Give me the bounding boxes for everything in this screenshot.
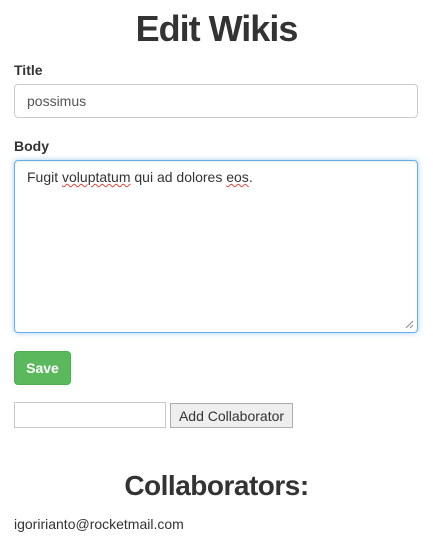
collaborator-item: igoririanto@rocketmail.com — [14, 516, 184, 532]
collaborators-heading: Collaborators: — [124, 470, 309, 501]
collaborator-input[interactable] — [14, 402, 166, 428]
body-label: Body — [14, 138, 49, 154]
page-title: Edit Wikis — [135, 8, 299, 49]
body-textarea[interactable]: Fugit voluptatum qui ad dolores eos. — [14, 160, 418, 333]
resize-handle-icon[interactable] — [405, 320, 414, 329]
title-input[interactable] — [14, 84, 418, 118]
title-label: Title — [14, 62, 43, 78]
body-text: Fugit voluptatum qui ad dolores eos. — [27, 169, 253, 185]
add-collaborator-button[interactable]: Add Collaborator — [170, 403, 293, 428]
save-button[interactable]: Save — [14, 351, 71, 385]
